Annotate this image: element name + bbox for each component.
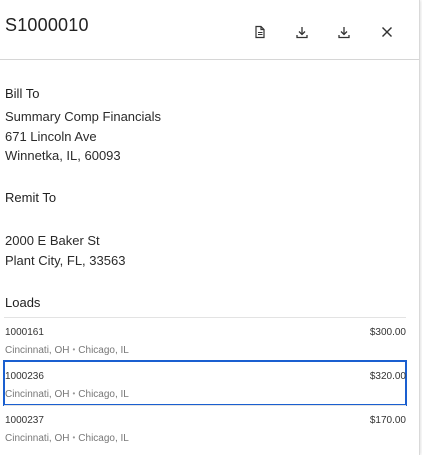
view-document-button[interactable] bbox=[250, 22, 270, 42]
load-destination: Chicago, IL bbox=[78, 389, 129, 400]
close-button[interactable] bbox=[377, 22, 397, 42]
load-amount: $170.00 bbox=[369, 415, 406, 426]
load-origin: Cincinnati, OH bbox=[5, 345, 70, 356]
remit-to-label: Remit To bbox=[5, 190, 57, 205]
download-icon bbox=[296, 27, 308, 39]
settlement-detail-panel: S1000010 Bill To Summary Comp Financials… bbox=[0, 0, 420, 455]
load-amount: $320.00 bbox=[369, 371, 406, 382]
load-origin: Cincinnati, OH bbox=[5, 433, 70, 444]
load-id: 1000237 bbox=[5, 415, 44, 426]
load-origin: Cincinnati, OH bbox=[5, 389, 70, 400]
remit-to-line-2: Plant City, FL, 33563 bbox=[5, 253, 126, 268]
load-row[interactable]: 1000237 $170.00 Cincinnati, OH • Chicago, … bbox=[4, 405, 406, 449]
load-destination: Chicago, IL bbox=[78, 345, 129, 356]
route-separator: • bbox=[72, 433, 76, 442]
bill-to-line-1: Summary Comp Financials bbox=[5, 109, 162, 124]
load-row[interactable]: 1000161 $300.00 Cincinnati, OH • Chicago, … bbox=[4, 317, 406, 361]
download-button[interactable] bbox=[292, 22, 312, 42]
download-icon bbox=[338, 27, 350, 39]
document-icon bbox=[255, 25, 265, 39]
panel-header: S1000010 bbox=[0, 0, 419, 60]
load-row-selected[interactable]: 1000236 $320.00 Cincinnati, OH • Chicago, … bbox=[3, 360, 407, 406]
loads-list: 1000161 $300.00 Cincinnati, OH • Chicago, … bbox=[3, 317, 407, 449]
route-separator: • bbox=[72, 345, 76, 354]
load-route: Cincinnati, OH • Chicago, IL bbox=[5, 389, 129, 400]
load-id: 1000161 bbox=[5, 327, 44, 338]
route-separator: • bbox=[72, 389, 76, 398]
page-title: S1000010 bbox=[5, 15, 89, 35]
close-icon bbox=[382, 27, 392, 37]
load-destination: Chicago, IL bbox=[78, 433, 129, 444]
remit-to-line-1: 2000 E Baker St bbox=[5, 233, 100, 248]
load-id: 1000236 bbox=[5, 371, 44, 382]
load-amount: $300.00 bbox=[369, 327, 406, 338]
loads-label: Loads bbox=[5, 295, 41, 310]
download-alt-button[interactable] bbox=[334, 22, 354, 42]
load-route: Cincinnati, OH • Chicago, IL bbox=[5, 345, 129, 356]
bill-to-label: Bill To bbox=[5, 86, 40, 101]
bill-to-line-2: 671 Lincoln Ave bbox=[5, 129, 97, 144]
bill-to-line-3: Winnetka, IL, 60093 bbox=[5, 148, 121, 163]
load-route: Cincinnati, OH • Chicago, IL bbox=[5, 433, 129, 444]
